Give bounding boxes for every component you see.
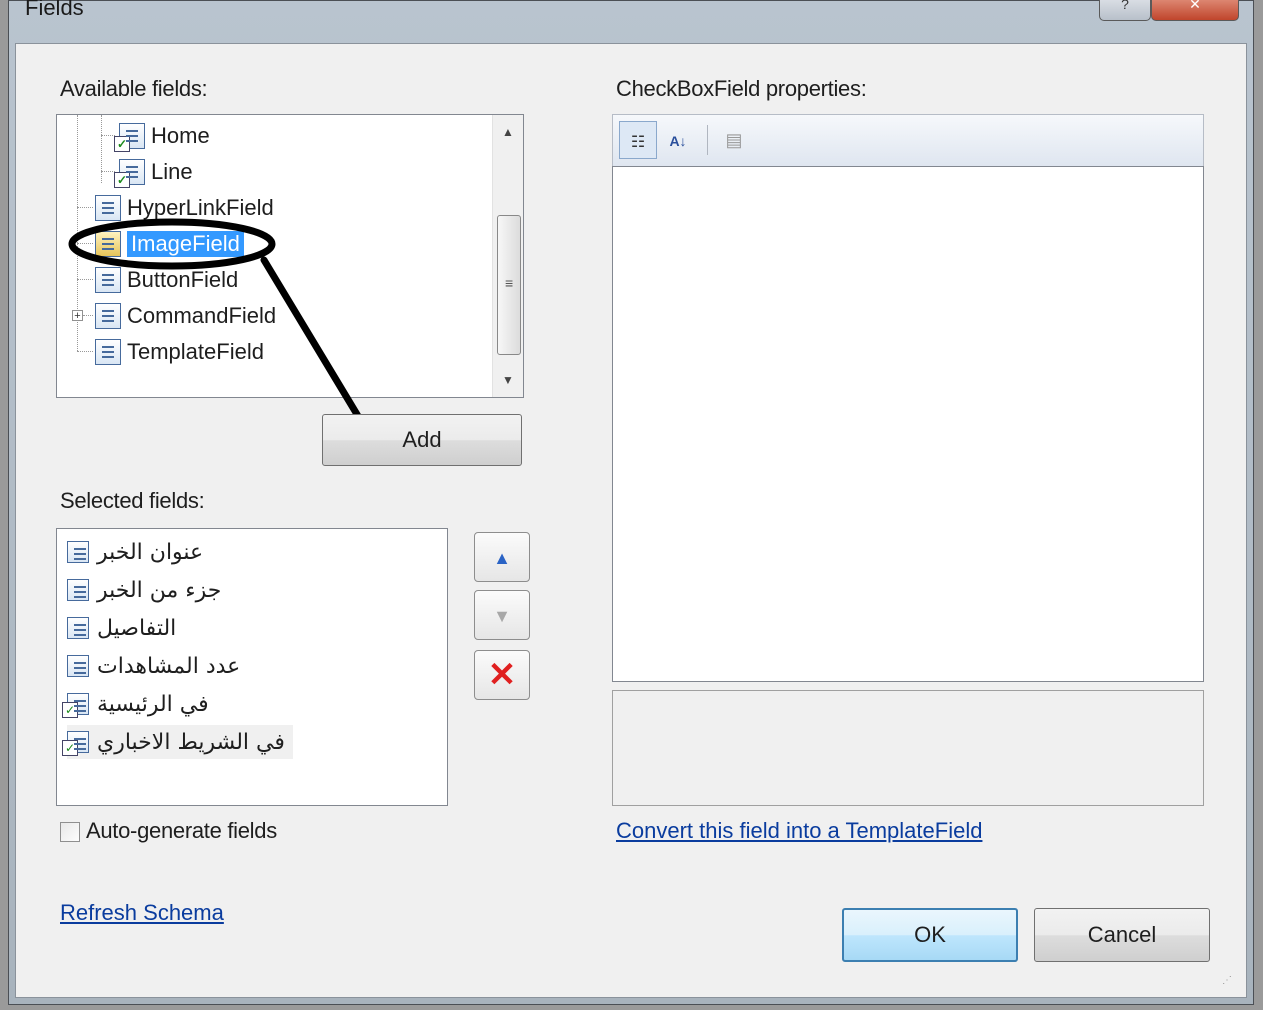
add-button[interactable]: Add: [322, 414, 522, 466]
tree-line: [101, 171, 115, 172]
tree-item-commandfield[interactable]: CommandField: [95, 299, 276, 333]
property-pages-button[interactable]: ▤: [715, 121, 753, 159]
scroll-down-icon[interactable]: ▼: [493, 365, 523, 395]
properties-label: CheckBoxField properties:: [616, 76, 867, 101]
tree-item-templatefield[interactable]: TemplateField: [95, 335, 264, 369]
window-title: Fields: [25, 0, 84, 20]
list-item-label: في الشريط الاخباري: [97, 729, 285, 755]
property-description-pane: [612, 690, 1204, 806]
tree-item-label: Home: [151, 123, 210, 148]
move-down-button[interactable]: ▼: [474, 590, 530, 640]
selected-fields-list[interactable]: عنوان الخبر جزء من الخبر التفاصيل عدد ال…: [56, 528, 448, 806]
auto-generate-checkbox[interactable]: [60, 822, 80, 842]
auto-generate-label: Auto-generate fields: [86, 818, 277, 843]
tree-item-label: CommandField: [127, 303, 277, 328]
list-item-label: في الرئيسية: [97, 691, 209, 717]
bound-field-icon: [67, 655, 89, 677]
categorized-icon: ☷: [630, 134, 646, 151]
tree-line: [77, 351, 93, 352]
cancel-button[interactable]: Cancel: [1034, 908, 1210, 962]
bound-field-icon: [67, 541, 89, 563]
list-item[interactable]: جزء من الخبر: [67, 573, 221, 607]
expand-icon[interactable]: +: [72, 310, 83, 322]
resize-grip-icon[interactable]: ⋰: [1222, 975, 1238, 991]
tree-item-label: ImageField: [127, 231, 244, 257]
toolbar-separator: [707, 125, 708, 155]
delete-x-icon: ✕: [487, 656, 517, 694]
tree-line: [83, 315, 93, 316]
tree-item-hyperlinkfield[interactable]: HyperLinkField: [95, 191, 274, 225]
refresh-schema-link[interactable]: Refresh Schema: [60, 900, 224, 926]
bound-field-icon: [67, 579, 89, 601]
help-button[interactable]: ?: [1099, 0, 1151, 21]
template-field-icon: [95, 339, 121, 365]
arrow-down-icon: ▼: [493, 606, 511, 626]
tree-line: [101, 135, 115, 136]
hyperlink-field-icon: [95, 195, 121, 221]
property-pages-icon: ▤: [725, 130, 743, 150]
list-item[interactable]: التفاصيل: [67, 611, 176, 645]
list-item-label: عدد المشاهدات: [97, 653, 241, 679]
tree-line: [101, 115, 102, 183]
tree-item-label: TemplateField: [127, 339, 264, 364]
checkbox-field-icon: ✓: [62, 731, 89, 756]
list-item[interactable]: عنوان الخبر: [67, 535, 203, 569]
tree-scrollbar[interactable]: ▲ ≡ ▼: [492, 115, 523, 397]
delete-button[interactable]: ✕: [474, 650, 530, 700]
tree-line: [77, 279, 93, 280]
properties-toolbar: ☷ A↓ ▤: [612, 114, 1204, 166]
dialog-window: Fields ? ✕ Available fields: ✓ Home ✓ Li…: [8, 0, 1254, 1005]
tree-item-buttonfield[interactable]: ButtonField: [95, 263, 238, 297]
help-icon: ?: [1121, 0, 1129, 12]
move-up-button[interactable]: ▲: [474, 532, 530, 582]
tree-item-label: Line: [151, 159, 193, 184]
list-item-label: عنوان الخبر: [97, 539, 204, 565]
arrow-up-icon: ▲: [493, 548, 511, 568]
button-field-icon: [95, 267, 121, 293]
list-item-label: جزء من الخبر: [97, 577, 222, 603]
sort-alphabetical-icon: A↓: [669, 133, 687, 149]
tree-line: [77, 243, 93, 244]
list-item[interactable]: ✓ في الشريط الاخباري: [62, 725, 293, 759]
list-item[interactable]: عدد المشاهدات: [67, 649, 240, 683]
tree-item-label: HyperLinkField: [127, 195, 274, 220]
command-field-icon: [95, 303, 121, 329]
tree-item-line[interactable]: ✓ Line: [114, 155, 193, 189]
tree-line: [77, 207, 93, 208]
list-item[interactable]: ✓ في الرئيسية: [62, 687, 209, 721]
available-fields-label: Available fields:: [60, 76, 208, 101]
tree-item-label: ButtonField: [127, 267, 239, 292]
tree-item-home[interactable]: ✓ Home: [114, 119, 210, 153]
selected-fields-label: Selected fields:: [60, 488, 205, 513]
bound-field-icon: [67, 617, 89, 639]
convert-to-templatefield-link[interactable]: Convert this field into a TemplateField: [616, 818, 982, 844]
dialog-body: Available fields: ✓ Home ✓ Line HyperLin…: [15, 43, 1247, 998]
scroll-up-icon[interactable]: ▲: [493, 117, 523, 147]
ok-button[interactable]: OK: [842, 908, 1018, 962]
image-field-icon: [95, 231, 121, 257]
available-fields-tree[interactable]: ✓ Home ✓ Line HyperLinkField ImageField …: [56, 114, 524, 398]
categorized-button[interactable]: ☷: [619, 121, 657, 159]
checkbox-field-icon: ✓: [114, 159, 145, 188]
close-button[interactable]: ✕: [1151, 0, 1239, 21]
title-bar[interactable]: Fields ? ✕: [9, 0, 1253, 43]
scrollbar-thumb[interactable]: ≡: [497, 215, 521, 355]
checkbox-field-icon: ✓: [114, 123, 145, 152]
property-grid[interactable]: [612, 166, 1204, 682]
list-item-label: التفاصيل: [97, 615, 177, 641]
alphabetical-button[interactable]: A↓: [659, 121, 697, 159]
close-icon: ✕: [1189, 0, 1201, 12]
tree-item-imagefield[interactable]: ImageField: [95, 227, 244, 261]
checkbox-field-icon: ✓: [62, 693, 89, 718]
